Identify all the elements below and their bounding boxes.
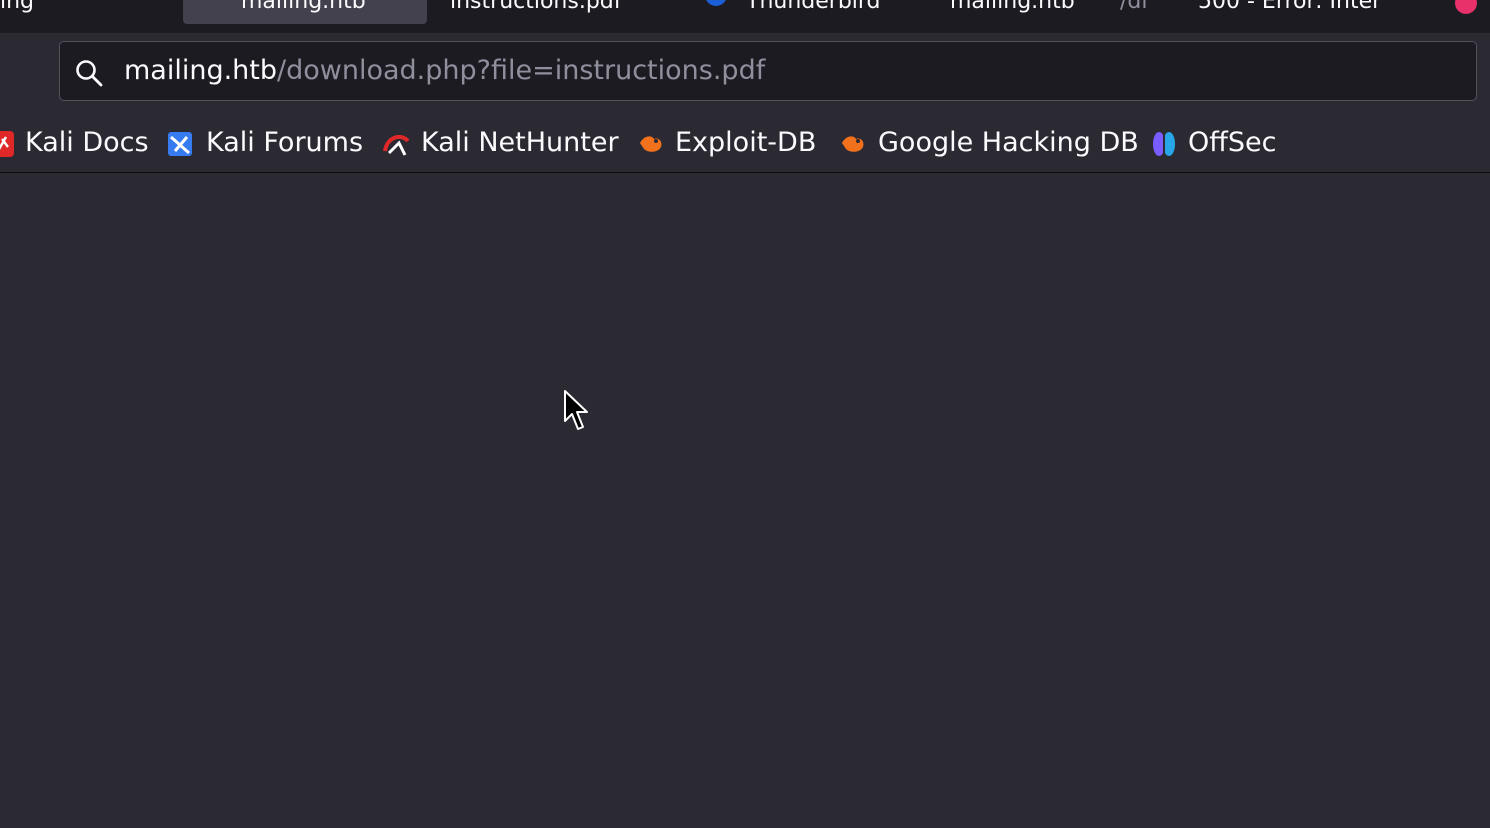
- tab-mailing-active[interactable]: mailing.htb: [183, 0, 427, 24]
- page-content: [0, 173, 1490, 828]
- url-host: mailing.htb: [124, 55, 278, 86]
- tab-label-path: /dl: [1120, 0, 1148, 14]
- kali-docs-icon: [0, 131, 14, 157]
- bookmark-label: Exploit-DB: [675, 127, 817, 158]
- bookmark-offsec[interactable]: OffSec: [1149, 125, 1279, 161]
- tab-label: mailing.htb: [950, 0, 1075, 14]
- offsec-icon: [1153, 132, 1175, 156]
- tab-error[interactable]: 500 - Error: Inter: [1198, 0, 1418, 24]
- url-text[interactable]: mailing.htb/download.php?file=instructio…: [124, 54, 765, 88]
- exploit-db-icon: [842, 136, 864, 152]
- tab-label: 500 - Error: Inter: [1198, 0, 1382, 14]
- bookmark-label: OffSec: [1188, 127, 1277, 158]
- bookmark-kali-nethunter[interactable]: Kali NetHunter: [381, 125, 619, 161]
- url-bar[interactable]: mailing.htb/download.php?file=instructio…: [59, 41, 1477, 101]
- kali-forums-icon: [168, 132, 192, 156]
- navigation-toolbar: mailing.htb/download.php?file=instructio…: [0, 33, 1490, 113]
- close-window-icon[interactable]: [1455, 0, 1477, 14]
- tab-thunderbird[interactable]: Thunderbird: [700, 0, 910, 24]
- search-icon: [76, 60, 103, 87]
- tab-previous[interactable]: ing: [0, 0, 60, 24]
- kali-nethunter-icon: [383, 134, 410, 156]
- bookmark-google-hacking-db[interactable]: Google Hacking DB: [838, 125, 1139, 161]
- bookmarks-toolbar: Kali Docs Kali Forums Kali NetHunter Exp…: [0, 113, 1490, 173]
- thunderbird-icon: [705, 0, 727, 6]
- bookmark-label: Kali NetHunter: [421, 127, 619, 158]
- tab-label: Thunderbird: [746, 0, 881, 14]
- exploit-db-icon: [640, 136, 662, 152]
- tab-strip: ing mailing.htb instructions.pdf Thunder…: [0, 0, 1490, 33]
- tab-mailing[interactable]: mailing.htb /dl: [950, 0, 1170, 24]
- bookmark-label: Kali Docs: [25, 127, 149, 158]
- bookmark-label: Google Hacking DB: [878, 127, 1139, 158]
- bookmark-kali-forums[interactable]: Kali Forums: [165, 125, 364, 161]
- url-path: /download.php?file=instructions.pdf: [277, 55, 766, 86]
- tab-label: instructions.pdf: [450, 0, 622, 14]
- tab-instructions-pdf[interactable]: instructions.pdf: [450, 0, 680, 24]
- mouse-cursor-icon: [564, 390, 588, 430]
- bookmark-kali-docs[interactable]: Kali Docs: [0, 125, 149, 161]
- tab-label: ing: [0, 0, 35, 14]
- bookmark-label: Kali Forums: [206, 127, 364, 158]
- tab-label: mailing.htb: [241, 0, 366, 14]
- bookmark-exploit-db[interactable]: Exploit-DB: [636, 125, 816, 161]
